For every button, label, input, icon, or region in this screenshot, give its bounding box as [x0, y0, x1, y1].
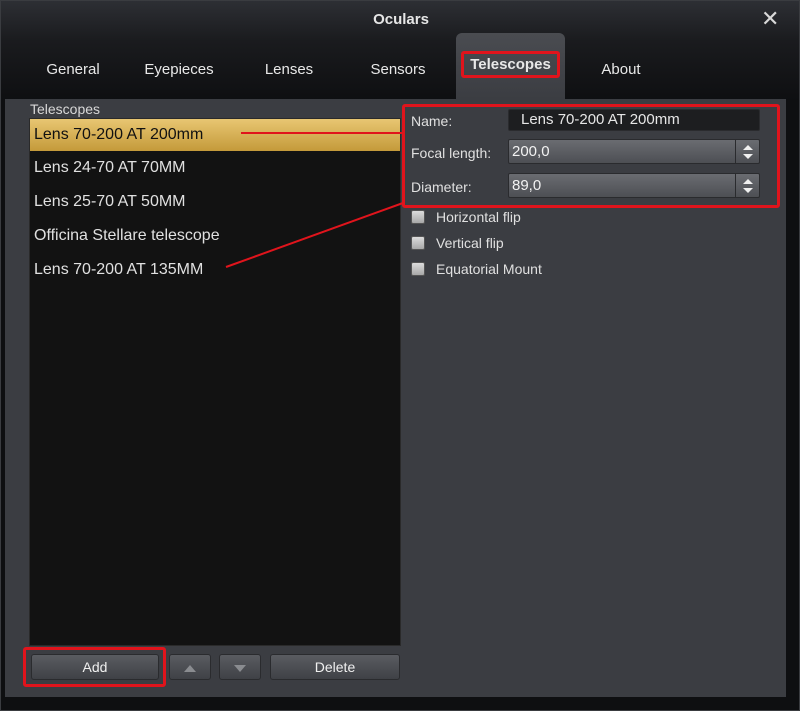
- list-item[interactable]: Lens 70-200 AT 135MM: [30, 253, 400, 287]
- focal-length-value: 200,0: [512, 143, 550, 160]
- telescope-list[interactable]: Lens 70-200 AT 200mm Lens 24-70 AT 70MM …: [29, 118, 401, 646]
- checkbox-label: Horizontal flip: [436, 209, 521, 225]
- close-icon[interactable]: ✕: [761, 8, 779, 30]
- tab-bar: General Eyepieces Lenses Sensors Telesco…: [1, 33, 800, 99]
- tab-label: Telescopes: [461, 51, 560, 78]
- tab-about[interactable]: About: [589, 33, 653, 99]
- name-field[interactable]: Lens 70-200 AT 200mm: [508, 109, 760, 131]
- tab-sensors[interactable]: Sensors: [357, 33, 439, 99]
- diameter-label: Diameter:: [411, 179, 472, 195]
- tab-label: About: [601, 61, 641, 78]
- tab-label: Eyepieces: [144, 61, 214, 78]
- diameter-spinbox[interactable]: 89,0: [508, 173, 760, 198]
- vertical-flip-checkbox[interactable]: Vertical flip: [411, 234, 504, 252]
- checkbox-box[interactable]: [411, 210, 425, 224]
- diameter-stepper[interactable]: [735, 174, 759, 197]
- arrow-down-icon: [234, 664, 246, 672]
- tab-label: General: [46, 61, 100, 78]
- tab-label: Sensors: [370, 61, 426, 78]
- list-item[interactable]: Officina Stellare telescope: [30, 219, 400, 253]
- move-down-button[interactable]: [219, 654, 261, 680]
- window-title: Oculars: [373, 11, 429, 28]
- list-caption: Telescopes: [30, 101, 101, 117]
- tab-label: Lenses: [264, 61, 314, 78]
- delete-button[interactable]: Delete: [270, 654, 400, 680]
- equatorial-mount-checkbox[interactable]: Equatorial Mount: [411, 260, 542, 278]
- name-label: Name:: [411, 113, 453, 129]
- checkbox-label: Vertical flip: [436, 235, 504, 251]
- add-button[interactable]: Add: [31, 654, 159, 680]
- focal-length-spinbox[interactable]: 200,0: [508, 139, 760, 164]
- diameter-value: 89,0: [512, 177, 542, 194]
- checkbox-box[interactable]: [411, 236, 425, 250]
- checkbox-label: Equatorial Mount: [436, 261, 542, 277]
- move-up-button[interactable]: [169, 654, 211, 680]
- stepper-up-icon[interactable]: [742, 144, 753, 150]
- list-item[interactable]: Lens 24-70 AT 70MM: [30, 151, 400, 185]
- horizontal-flip-checkbox[interactable]: Horizontal flip: [411, 208, 521, 226]
- stepper-up-icon[interactable]: [742, 178, 753, 184]
- list-item[interactable]: Lens 70-200 AT 200mm: [30, 119, 400, 151]
- stepper-down-icon[interactable]: [742, 187, 753, 193]
- tab-telescopes[interactable]: Telescopes: [456, 33, 565, 99]
- arrow-up-icon: [184, 664, 196, 672]
- oculars-dialog: Oculars ✕ General Eyepieces Lenses Senso…: [0, 0, 800, 711]
- tab-general[interactable]: General: [31, 33, 115, 99]
- focal-length-stepper[interactable]: [735, 140, 759, 163]
- stepper-down-icon[interactable]: [742, 153, 753, 159]
- tab-eyepieces[interactable]: Eyepieces: [131, 33, 227, 99]
- checkbox-box[interactable]: [411, 262, 425, 276]
- list-item[interactable]: Lens 25-70 AT 50MM: [30, 185, 400, 219]
- tab-lenses[interactable]: Lenses: [251, 33, 327, 99]
- focal-length-label: Focal length:: [411, 145, 492, 161]
